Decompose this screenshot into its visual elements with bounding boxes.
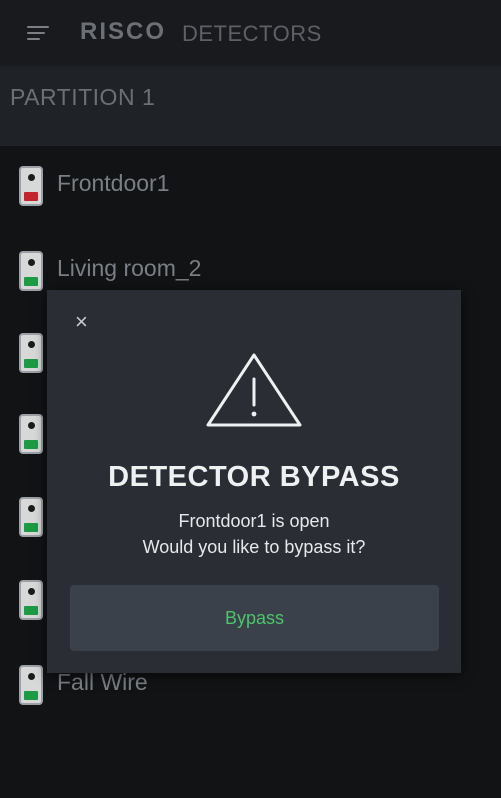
detector-status-bar bbox=[24, 440, 38, 449]
partition-label: PARTITION 1 bbox=[10, 84, 156, 110]
warning-icon bbox=[206, 353, 302, 427]
detector-item[interactable]: Living room_2 bbox=[0, 251, 501, 291]
dialog-title: DETECTOR BYPASS bbox=[108, 461, 400, 493]
detector-name: Living room_2 bbox=[57, 255, 202, 281]
detector-name: Fall Wire bbox=[57, 669, 148, 695]
dialog-message-line-2: Would you like to bypass it? bbox=[142, 537, 366, 557]
detector-status-bar bbox=[24, 606, 38, 615]
detector-status-icon bbox=[19, 166, 43, 206]
detector-name: Frontdoor1 bbox=[57, 170, 170, 196]
detector-status-icon bbox=[19, 414, 43, 454]
bypass-button[interactable]: Bypass bbox=[70, 585, 439, 651]
top-bar: RISCO DETECTORS bbox=[0, 0, 501, 66]
dialog-message-line-1: Frontdoor1 is open bbox=[178, 511, 330, 531]
brand-logo: RISCO bbox=[80, 18, 167, 45]
close-icon[interactable]: × bbox=[75, 311, 88, 333]
page-title: DETECTORS bbox=[182, 21, 322, 46]
app-screen: RISCO DETECTORS PARTITION 1 Frontdoor1 L… bbox=[0, 0, 501, 798]
detector-status-bar bbox=[24, 691, 38, 700]
detector-status-icon bbox=[19, 665, 43, 705]
detector-item[interactable]: Frontdoor1 bbox=[0, 166, 501, 206]
detector-status-bar bbox=[24, 523, 38, 532]
bypass-dialog: × DETECTOR BYPASS Frontdoor1 is open Wou… bbox=[47, 290, 461, 673]
detector-status-icon bbox=[19, 333, 43, 373]
detector-status-icon bbox=[19, 251, 43, 291]
detector-status-bar bbox=[24, 192, 38, 201]
detector-status-bar bbox=[24, 359, 38, 368]
detector-status-icon bbox=[19, 580, 43, 620]
detector-status-bar bbox=[24, 277, 38, 286]
menu-icon[interactable] bbox=[27, 24, 49, 42]
detector-status-icon bbox=[19, 497, 43, 537]
